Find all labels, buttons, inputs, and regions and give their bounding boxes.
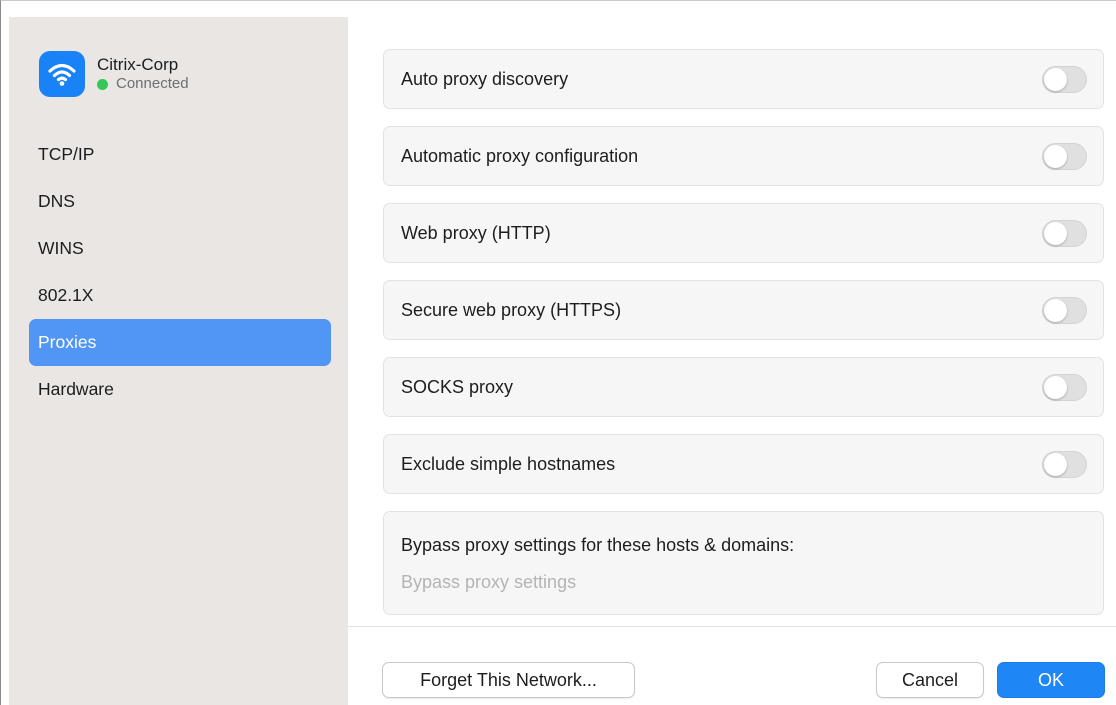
- sidebar-item-dns[interactable]: DNS: [29, 178, 331, 225]
- status-dot: [97, 78, 108, 90]
- secure-web-proxy-https-toggle[interactable]: [1042, 296, 1087, 324]
- proxies-panel: Auto proxy discovery Automatic proxy con…: [348, 17, 1116, 705]
- sidebar-item-tcpip[interactable]: TCP/IP: [29, 131, 331, 178]
- network-status-label: Connected: [116, 75, 189, 92]
- toggle-knob: [1044, 67, 1067, 91]
- proxy-settings-list: Auto proxy discovery Automatic proxy con…: [383, 49, 1104, 615]
- bypass-proxy-label: Bypass proxy settings for these hosts & …: [401, 535, 795, 555]
- sidebar-item-wins[interactable]: WINS: [29, 225, 331, 272]
- forget-network-button[interactable]: Forget This Network...: [382, 662, 635, 698]
- sidebar-item-hardware[interactable]: Hardware: [29, 366, 331, 413]
- exclude-simple-hostnames-toggle[interactable]: [1042, 450, 1087, 478]
- auto-proxy-discovery-row: Auto proxy discovery: [383, 49, 1104, 109]
- network-status: Connected: [97, 75, 189, 93]
- web-proxy-http-label: Web proxy (HTTP): [401, 222, 551, 243]
- exclude-simple-hostnames-label: Exclude simple hostnames: [401, 453, 616, 474]
- automatic-proxy-configuration-label: Automatic proxy configuration: [401, 145, 639, 166]
- sidebar: Citrix-Corp Connected TCP/IP DNS WINS 80…: [9, 17, 348, 705]
- toggle-knob: [1044, 375, 1067, 399]
- network-name: Citrix-Corp: [97, 55, 179, 74]
- exclude-simple-hostnames-row: Exclude simple hostnames: [383, 434, 1104, 494]
- automatic-proxy-configuration-toggle[interactable]: [1042, 142, 1087, 170]
- cancel-button[interactable]: Cancel: [876, 662, 984, 698]
- toggle-knob: [1044, 144, 1067, 168]
- bypass-proxy-section: Bypass proxy settings for these hosts & …: [383, 511, 1104, 615]
- socks-proxy-label: SOCKS proxy: [401, 376, 514, 397]
- bypass-proxy-input[interactable]: [401, 572, 1086, 593]
- wifi-icon: [39, 51, 85, 97]
- secure-web-proxy-https-row: Secure web proxy (HTTPS): [383, 280, 1104, 340]
- sidebar-nav: TCP/IP DNS WINS 802.1X Proxies Hardware: [29, 131, 331, 413]
- socks-proxy-toggle[interactable]: [1042, 373, 1087, 401]
- sidebar-item-proxies[interactable]: Proxies: [29, 319, 331, 366]
- auto-proxy-discovery-toggle[interactable]: [1042, 65, 1087, 93]
- web-proxy-http-toggle[interactable]: [1042, 219, 1087, 247]
- footer-divider: [348, 626, 1116, 627]
- toggle-knob: [1044, 298, 1067, 322]
- socks-proxy-row: SOCKS proxy: [383, 357, 1104, 417]
- sidebar-item-8021x[interactable]: 802.1X: [29, 272, 331, 319]
- auto-proxy-discovery-label: Auto proxy discovery: [401, 68, 569, 89]
- network-settings-window: Citrix-Corp Connected TCP/IP DNS WINS 80…: [0, 0, 1116, 705]
- toggle-knob: [1044, 452, 1067, 476]
- ok-button[interactable]: OK: [997, 662, 1105, 698]
- toggle-knob: [1044, 221, 1067, 245]
- automatic-proxy-configuration-row: Automatic proxy configuration: [383, 126, 1104, 186]
- web-proxy-http-row: Web proxy (HTTP): [383, 203, 1104, 263]
- network-header: Citrix-Corp Connected: [39, 51, 189, 97]
- secure-web-proxy-https-label: Secure web proxy (HTTPS): [401, 299, 622, 320]
